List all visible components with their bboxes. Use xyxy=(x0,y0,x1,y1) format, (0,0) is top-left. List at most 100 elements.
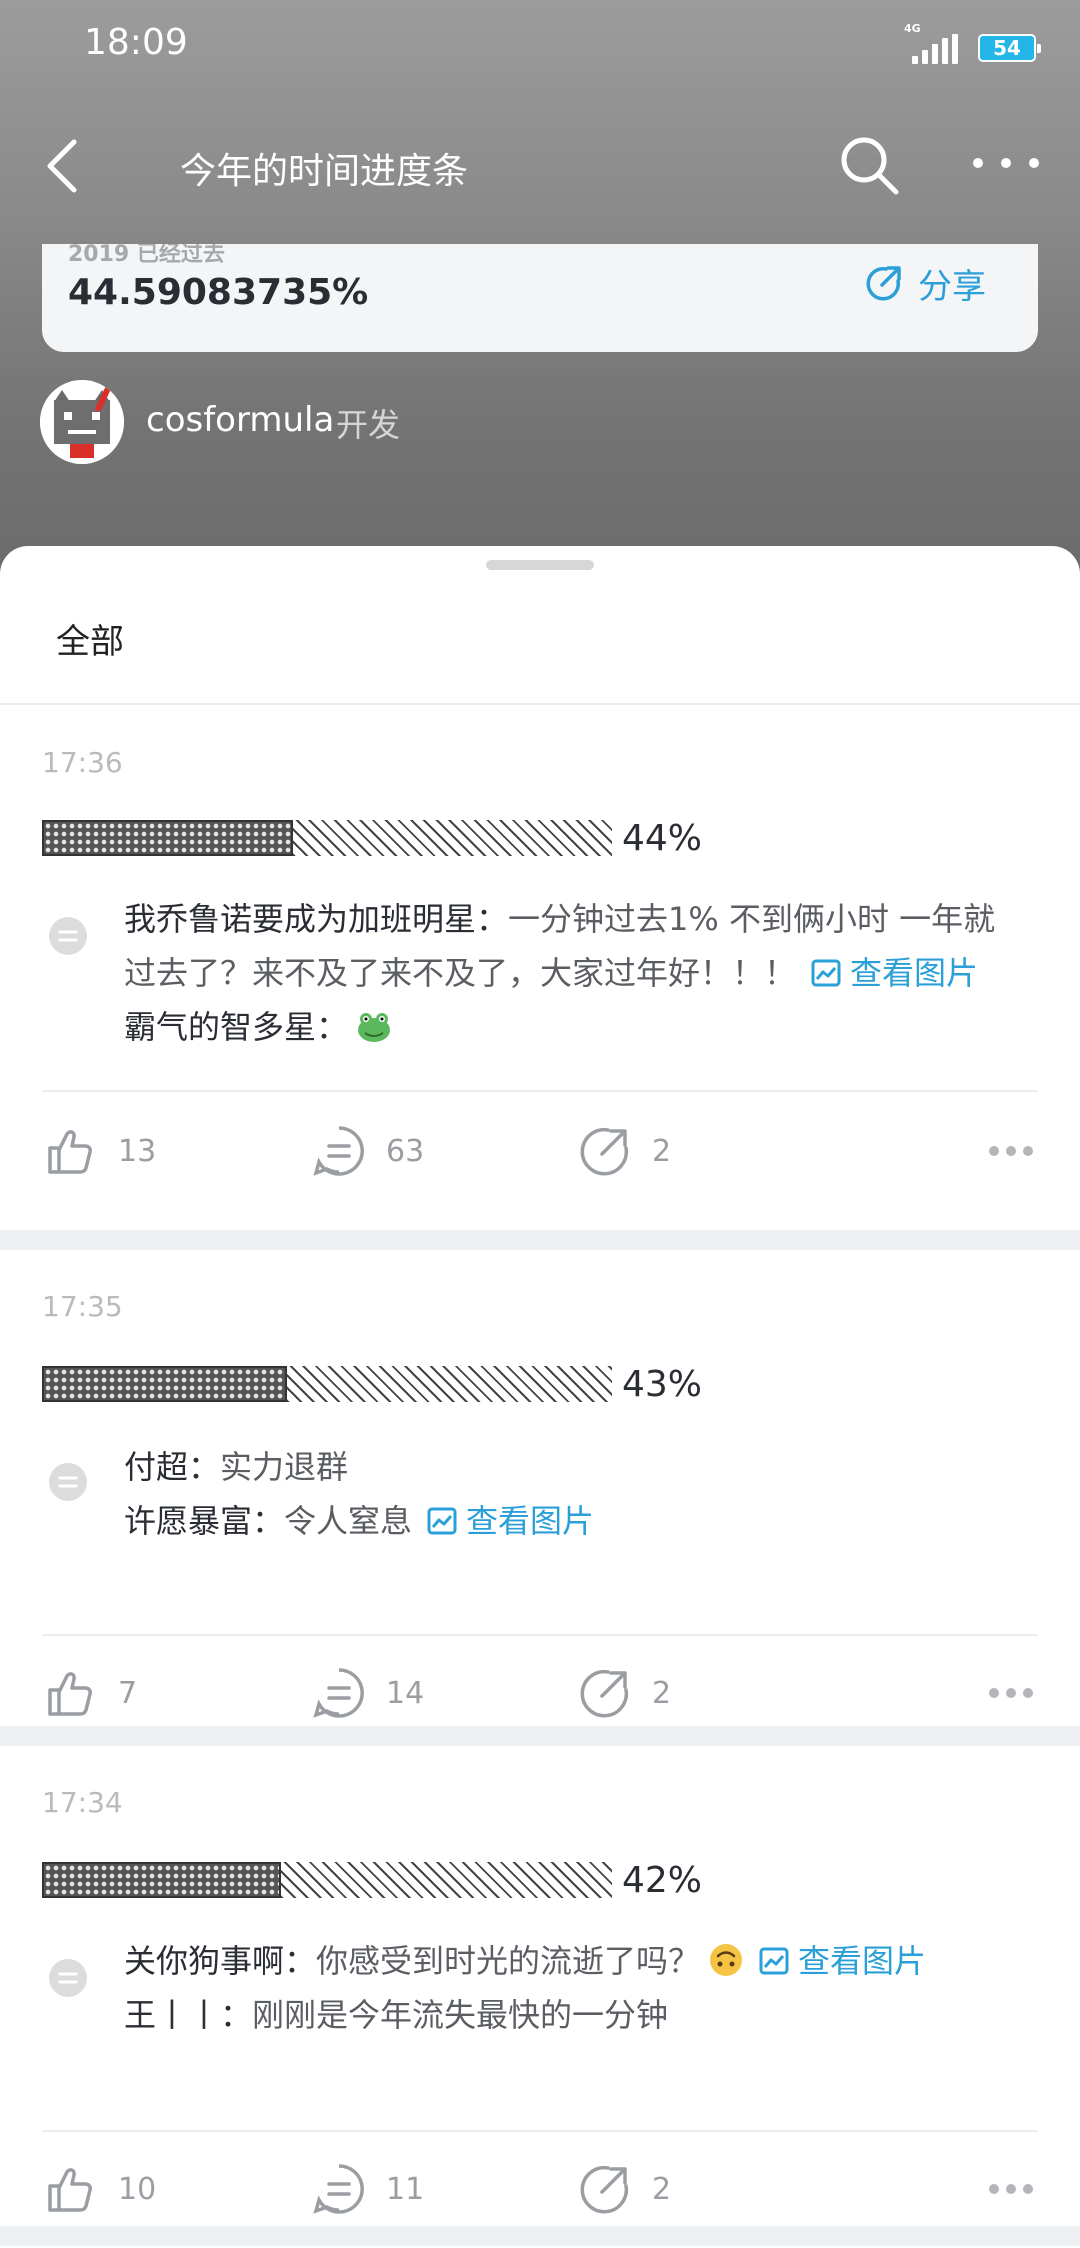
view-image-link[interactable]: 查看图片 xyxy=(796,954,978,992)
post: 17:34 42% 关你狗事啊：你感受到时光的流逝了吗？ 查看图片 王丨丨：刚刚是… xyxy=(0,1746,1080,2248)
more-options-icon[interactable] xyxy=(966,148,1046,178)
comment-text: 刚刚是今年流失最快的一分钟 xyxy=(252,1996,669,2034)
author-role: 开发 xyxy=(336,406,401,444)
comment-user[interactable]: 王丨丨： xyxy=(124,1996,252,2034)
comment[interactable]: 霸气的智多星： xyxy=(124,1000,1024,1054)
header: 18:09 4G 54 今年的时间进度条 2019 已经过去 44.590837… xyxy=(0,0,1080,600)
view-image-link[interactable]: 查看图片 xyxy=(412,1502,594,1540)
comment-bubble-icon xyxy=(49,1463,87,1501)
author-name[interactable]: cosformula xyxy=(146,400,334,440)
reply-count: 14 xyxy=(386,1675,425,1711)
drag-handle[interactable] xyxy=(486,560,594,570)
image-icon xyxy=(811,959,841,987)
share-icon xyxy=(866,266,901,301)
post-separator xyxy=(0,1726,1080,1746)
divider xyxy=(42,2130,1038,2132)
comment-icon xyxy=(313,2164,364,2214)
comment-user[interactable]: 霸气的智多星： xyxy=(124,1008,348,1046)
repost-count: 2 xyxy=(652,1675,672,1711)
like-button[interactable]: 7 xyxy=(44,1658,137,1728)
thumbs-up-icon xyxy=(48,1672,92,1716)
progress-percent: 43% xyxy=(622,1364,703,1405)
repost-icon xyxy=(580,1127,629,1176)
repost-button[interactable]: 2 xyxy=(578,1116,671,1186)
repost-icon xyxy=(580,1669,629,1718)
back-arrow-icon[interactable] xyxy=(40,136,90,196)
comment[interactable]: 我乔鲁诺要成为加班明星：一分钟过去1% 不到俩小时 一年就过去了？来不及了来不及… xyxy=(124,892,1024,1000)
repost-icon xyxy=(580,2165,629,2214)
image-icon xyxy=(759,1947,789,1975)
comment-icon xyxy=(313,1126,364,1176)
progress-bar-remaining xyxy=(293,820,612,856)
repost-count: 2 xyxy=(652,1133,672,1169)
progress-bar-filled xyxy=(42,1366,287,1402)
repost-button[interactable]: 2 xyxy=(578,1658,671,1728)
divider xyxy=(42,1090,1038,1092)
avatar-image xyxy=(40,380,124,464)
year-progress-value: 44.59083735% xyxy=(68,272,369,313)
comment-list: 我乔鲁诺要成为加班明星：一分钟过去1% 不到俩小时 一年就过去了？来不及了来不及… xyxy=(124,892,1024,1054)
share-label: 分享 xyxy=(918,266,986,307)
status-time: 18:09 xyxy=(84,22,188,63)
post-time: 17:36 xyxy=(42,746,123,779)
author-row[interactable]: cosformula 开发 xyxy=(40,380,640,464)
post-actions: 10 11 2 xyxy=(0,2154,1080,2224)
like-count: 10 xyxy=(118,2171,157,2207)
year-progress-card: 2019 已经过去 44.59083735% 分享 xyxy=(42,244,1038,352)
nav-bar: 今年的时间进度条 xyxy=(0,120,1080,210)
reply-count: 11 xyxy=(386,2171,425,2207)
search-icon[interactable] xyxy=(836,132,902,198)
share-button[interactable]: 分享 xyxy=(864,258,986,308)
like-count: 13 xyxy=(118,1133,157,1169)
progress-bar: 44% xyxy=(42,818,742,859)
progress-percent: 44% xyxy=(622,818,703,859)
divider xyxy=(0,703,1080,705)
comment-list: 关你狗事啊：你感受到时光的流逝了吗？ 查看图片 王丨丨：刚刚是今年流失最快的一分钟 xyxy=(124,1934,1024,2042)
progress-bar-filled xyxy=(42,820,293,856)
status-icons: 4G 54 xyxy=(894,22,1044,72)
more-icon[interactable] xyxy=(986,1678,1036,1708)
image-icon xyxy=(427,1507,457,1535)
reply-button[interactable]: 63 xyxy=(312,1116,424,1186)
comment[interactable]: 付超：实力退群 xyxy=(124,1440,1024,1494)
comment[interactable]: 王丨丨：刚刚是今年流失最快的一分钟 xyxy=(124,1988,1024,2042)
comment[interactable]: 关你狗事啊：你感受到时光的流逝了吗？ 查看图片 xyxy=(124,1934,1024,1988)
like-count: 7 xyxy=(118,1675,138,1711)
post-time: 17:35 xyxy=(42,1290,123,1323)
post-separator xyxy=(0,1230,1080,1250)
post: 17:35 43% 付超：实力退群 许愿暴富：令人窒息 查看图片 7 14 2 xyxy=(0,1250,1080,1726)
comment-text: 令人窒息 xyxy=(284,1502,413,1540)
comment-bubble-icon xyxy=(49,1959,87,1997)
comment-text: 实力退群 xyxy=(220,1448,349,1486)
signal-icon xyxy=(912,34,968,64)
more-icon[interactable] xyxy=(986,2174,1036,2204)
comment-user[interactable]: 关你狗事啊： xyxy=(124,1942,316,1980)
comment-icon xyxy=(313,1668,364,1718)
post-time: 17:34 xyxy=(42,1786,123,1819)
more-icon[interactable] xyxy=(986,1136,1036,1166)
comment-user[interactable]: 许愿暴富： xyxy=(124,1502,284,1540)
tab-all[interactable]: 全部 xyxy=(56,614,124,663)
progress-bar: 43% xyxy=(42,1364,742,1405)
repost-button[interactable]: 2 xyxy=(578,2154,671,2224)
progress-bar-remaining xyxy=(281,1862,612,1898)
comment[interactable]: 许愿暴富：令人窒息 查看图片 xyxy=(124,1494,1024,1548)
divider xyxy=(42,1634,1038,1636)
reply-button[interactable]: 14 xyxy=(312,1658,424,1728)
like-button[interactable]: 13 xyxy=(44,1116,156,1186)
post-actions: 13 63 2 xyxy=(0,1116,1080,1186)
reply-button[interactable]: 11 xyxy=(312,2154,424,2224)
post: 17:36 44% 我乔鲁诺要成为加班明星：一分钟过去1% 不到俩小时 一年就过… xyxy=(0,706,1080,1206)
view-image-link[interactable]: 查看图片 xyxy=(744,1942,926,1980)
like-button[interactable]: 10 xyxy=(44,2154,156,2224)
progress-bar: 42% xyxy=(42,1860,742,1901)
post-separator xyxy=(0,2226,1080,2246)
page-title: 今年的时间进度条 xyxy=(180,151,469,192)
avatar[interactable] xyxy=(40,380,124,464)
comment-user[interactable]: 付超： xyxy=(124,1448,220,1486)
status-bar: 18:09 4G 54 xyxy=(0,0,1080,90)
battery-icon: 54 xyxy=(978,34,1041,62)
repost-count: 2 xyxy=(652,2171,672,2207)
comment-user[interactable]: 我乔鲁诺要成为加班明星： xyxy=(124,900,508,938)
comment-text: 你感受到时光的流逝了吗？ xyxy=(316,1942,701,1980)
